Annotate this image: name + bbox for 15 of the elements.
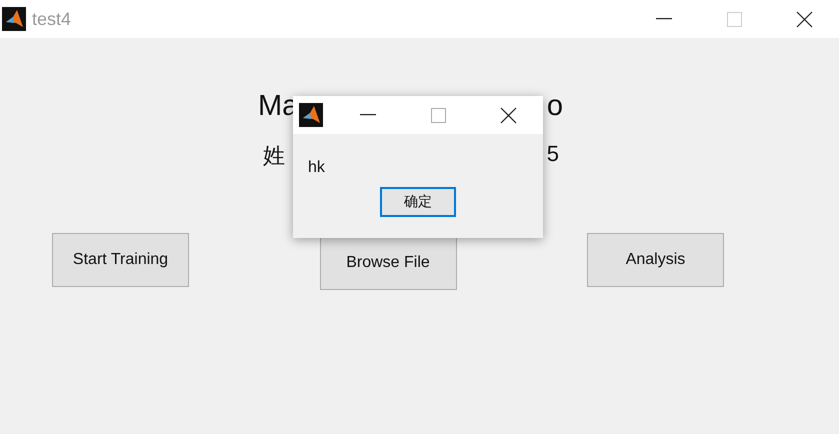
subtitle-text: 姓 <box>263 142 285 170</box>
subtitle-text: 5 <box>546 141 559 168</box>
minimize-icon[interactable] <box>656 18 672 20</box>
action-button[interactable]: Start Training <box>52 233 189 287</box>
action-button[interactable]: Browse File <box>320 236 456 290</box>
window-title: test4 <box>32 8 72 30</box>
heading-text: o <box>546 90 563 123</box>
close-icon[interactable] <box>796 10 812 28</box>
action-button[interactable]: Analysis <box>587 233 724 287</box>
close-icon[interactable] <box>500 106 516 124</box>
minimize-icon[interactable] <box>360 114 376 116</box>
app-logo-icon <box>299 103 323 127</box>
app-logo-icon <box>2 7 26 31</box>
ok-button[interactable]: 确定 <box>380 187 456 217</box>
dialog-message: hk <box>308 159 325 177</box>
